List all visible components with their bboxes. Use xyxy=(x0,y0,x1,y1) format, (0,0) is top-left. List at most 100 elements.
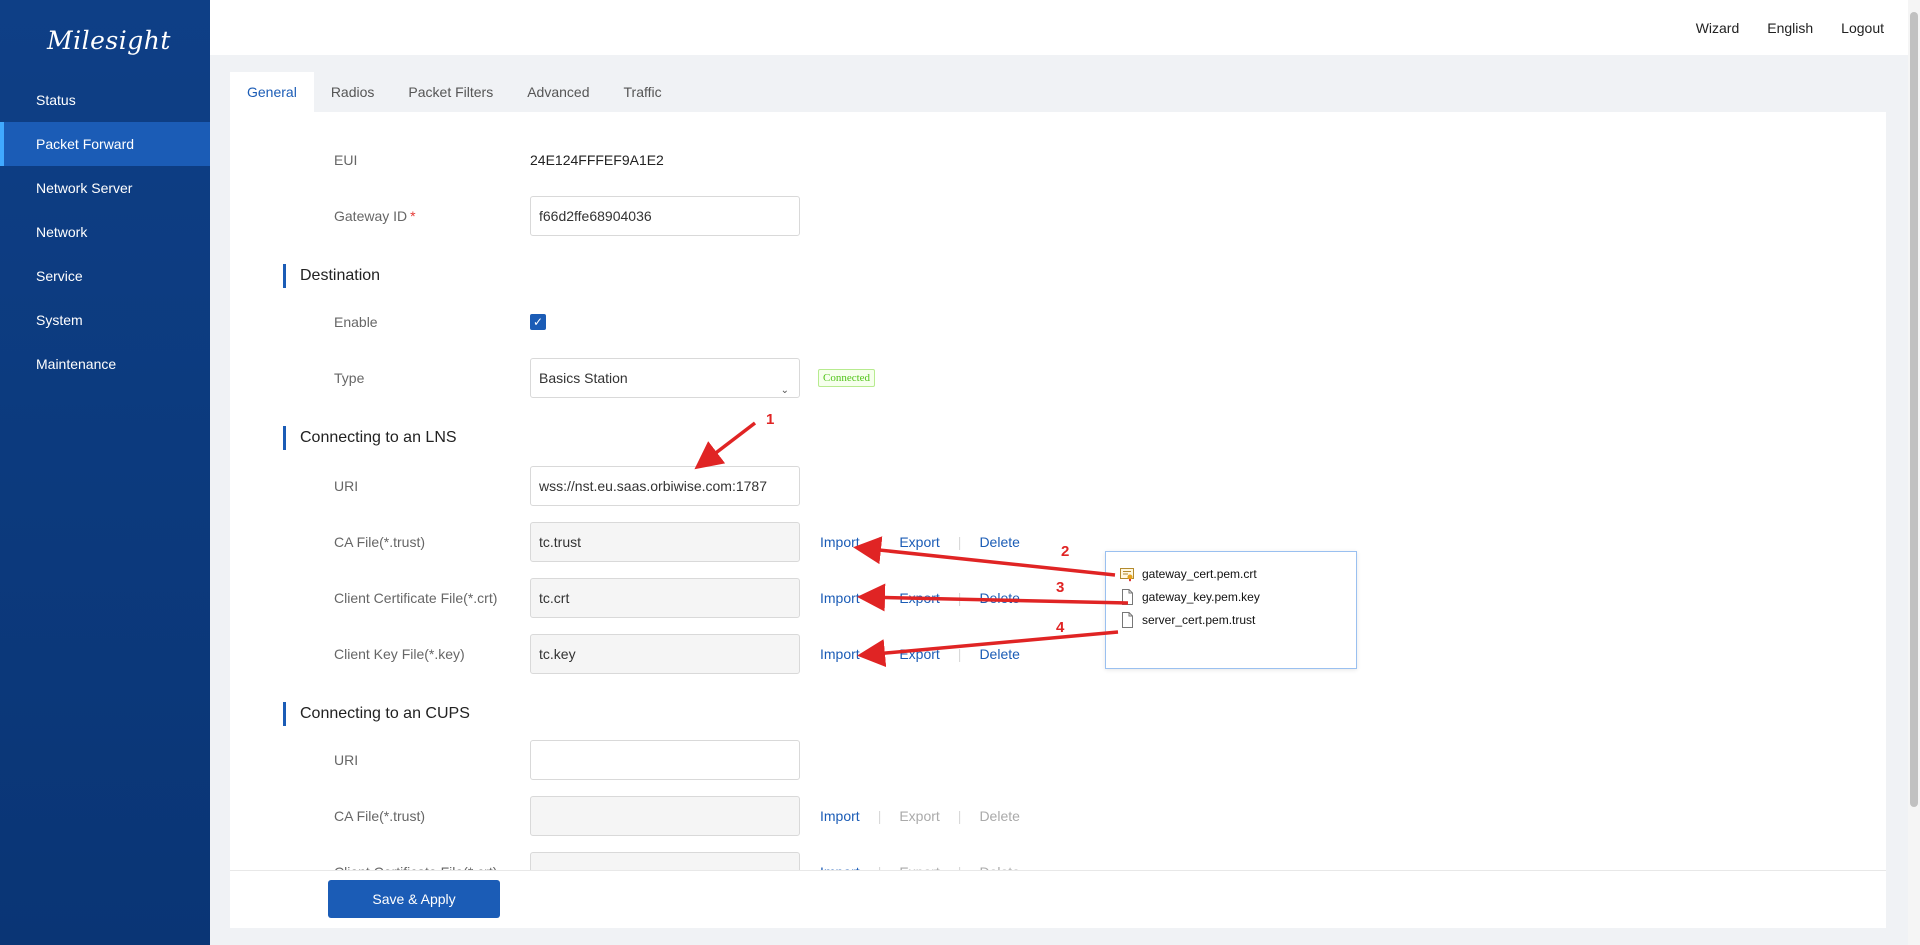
tab-traffic[interactable]: Traffic xyxy=(607,72,679,112)
required-marker: * xyxy=(410,208,416,224)
file-name: server_cert.pem.trust xyxy=(1142,613,1256,627)
form-footer: Save & Apply xyxy=(230,870,1886,928)
file-item-server-cert[interactable]: server_cert.pem.trust xyxy=(1120,610,1255,630)
page-scrollbar[interactable] xyxy=(1908,0,1920,945)
cups-ca-row: CA File(*.trust) Import | Export | Delet… xyxy=(230,796,1886,836)
file-name: gateway_cert.pem.crt xyxy=(1142,567,1257,581)
file-list-popup: gateway_cert.pem.crt gateway_key.pem.key… xyxy=(1105,551,1357,669)
divider: | xyxy=(877,534,882,550)
sidebar-item-network-server[interactable]: Network Server xyxy=(0,166,210,210)
lns-ca-export-link[interactable]: Export xyxy=(899,534,939,550)
divider: | xyxy=(877,808,882,824)
lns-cert-file-field: tc.crt xyxy=(530,578,800,618)
sidebar-nav: Status Packet Forward Network Server Net… xyxy=(0,78,210,386)
cups-cert-row: Client Certificate File(*.crt) Import | … xyxy=(230,852,1886,870)
tab-advanced[interactable]: Advanced xyxy=(510,72,606,112)
logout-link[interactable]: Logout xyxy=(1841,20,1884,36)
file-name: gateway_key.pem.key xyxy=(1142,590,1260,604)
lns-ca-actions: Import | Export | Delete xyxy=(820,522,1020,562)
cups-cert-actions: Import | Export | Delete xyxy=(820,852,1020,870)
type-select-value: Basics Station xyxy=(539,370,628,386)
lns-uri-row: URI wss://nst.eu.saas.orbiwise.com:1787 xyxy=(230,466,1886,506)
gateway-id-label-text: Gateway ID xyxy=(334,208,408,224)
file-item-gateway-key[interactable]: gateway_key.pem.key xyxy=(1120,587,1260,607)
tab-radios[interactable]: Radios xyxy=(314,72,392,112)
enable-label: Enable xyxy=(334,314,378,330)
lns-key-import-link[interactable]: Import xyxy=(820,646,860,662)
cups-uri-label: URI xyxy=(334,752,359,768)
cups-ca-label: CA File(*.trust) xyxy=(334,808,426,824)
gateway-id-label: Gateway ID * xyxy=(334,196,416,236)
lns-cert-import-link[interactable]: Import xyxy=(820,590,860,606)
sidebar-item-network[interactable]: Network xyxy=(0,210,210,254)
cups-ca-export-link[interactable]: Export xyxy=(899,808,939,824)
lns-key-label: Client Key File(*.key) xyxy=(334,646,465,662)
lns-uri-label: URI xyxy=(334,478,359,494)
milesight-logo: Milesight xyxy=(47,26,171,55)
cups-cert-label: Client Certificate File(*.crt) xyxy=(334,852,497,870)
type-row: Type Basics Station ⌄ Connected xyxy=(230,358,1886,398)
file-icon xyxy=(1120,612,1134,628)
chevron-down-icon: ⌄ xyxy=(780,385,789,396)
sidebar-item-packet-forward[interactable]: Packet Forward xyxy=(0,122,210,166)
sidebar-item-service[interactable]: Service xyxy=(0,254,210,298)
lns-section-title: Connecting to an LNS xyxy=(283,426,457,450)
lns-ca-import-link[interactable]: Import xyxy=(820,534,860,550)
eui-value: 24E124FFFEF9A1E2 xyxy=(530,152,664,168)
sidebar-item-status[interactable]: Status xyxy=(0,78,210,122)
lns-cert-label: Client Certificate File(*.crt) xyxy=(334,590,498,606)
file-item-gateway-cert[interactable]: gateway_cert.pem.crt xyxy=(1120,564,1257,584)
lns-key-row: Client Key File(*.key) tc.key Import | E… xyxy=(230,634,1886,674)
sidebar-item-system[interactable]: System xyxy=(0,298,210,342)
scrollbar-thumb[interactable] xyxy=(1910,12,1918,807)
general-panel: EUI 24E124FFFEF9A1E2 Gateway ID * f66d2ff… xyxy=(230,112,1886,870)
type-label: Type xyxy=(334,370,365,386)
divider: | xyxy=(877,646,882,662)
tab-packet-filters[interactable]: Packet Filters xyxy=(391,72,510,112)
header-links: Wizard English Logout xyxy=(1696,0,1884,55)
top-header: Wizard English Logout xyxy=(210,0,1908,55)
save-apply-button[interactable]: Save & Apply xyxy=(328,880,500,918)
lns-key-file-field: tc.key xyxy=(530,634,800,674)
cups-ca-delete-link[interactable]: Delete xyxy=(979,808,1019,824)
destination-section-title: Destination xyxy=(283,264,380,288)
lns-ca-row: CA File(*.trust) tc.trust Import | Expor… xyxy=(230,522,1886,562)
lns-uri-input[interactable]: wss://nst.eu.saas.orbiwise.com:1787 xyxy=(530,466,800,506)
lns-key-actions: Import | Export | Delete xyxy=(820,634,1020,674)
eui-row: EUI 24E124FFFEF9A1E2 xyxy=(230,140,1886,180)
cups-uri-row: URI xyxy=(230,740,1886,780)
divider: | xyxy=(957,646,962,662)
tab-general[interactable]: General xyxy=(230,72,314,112)
lns-cert-export-link[interactable]: Export xyxy=(899,590,939,606)
type-select[interactable]: Basics Station ⌄ xyxy=(530,358,800,398)
file-icon xyxy=(1120,589,1134,605)
lns-ca-delete-link[interactable]: Delete xyxy=(979,534,1019,550)
lns-key-export-link[interactable]: Export xyxy=(899,646,939,662)
cups-cert-file-field xyxy=(530,852,800,870)
lns-cert-delete-link[interactable]: Delete xyxy=(979,590,1019,606)
divider: | xyxy=(877,590,882,606)
lns-key-delete-link[interactable]: Delete xyxy=(979,646,1019,662)
sidebar-item-maintenance[interactable]: Maintenance xyxy=(0,342,210,386)
lns-cert-actions: Import | Export | Delete xyxy=(820,578,1020,618)
cups-section-title: Connecting to an CUPS xyxy=(283,702,470,726)
cups-ca-file-field xyxy=(530,796,800,836)
divider: | xyxy=(957,534,962,550)
language-link[interactable]: English xyxy=(1767,20,1813,36)
sidebar: Milesight Status Packet Forward Network … xyxy=(0,0,210,945)
lns-ca-label: CA File(*.trust) xyxy=(334,534,426,550)
lns-cert-row: Client Certificate File(*.crt) tc.crt Im… xyxy=(230,578,1886,618)
enable-checkbox[interactable]: ✓ xyxy=(530,314,546,330)
eui-label: EUI xyxy=(334,152,358,168)
cups-ca-import-link[interactable]: Import xyxy=(820,808,860,824)
divider: | xyxy=(957,590,962,606)
divider: | xyxy=(957,808,962,824)
tab-bar: General Radios Packet Filters Advanced T… xyxy=(230,72,679,112)
gateway-id-row: Gateway ID * f66d2ffe68904036 xyxy=(230,196,1886,236)
certificate-file-icon xyxy=(1120,566,1134,582)
gateway-id-input[interactable]: f66d2ffe68904036 xyxy=(530,196,800,236)
wizard-link[interactable]: Wizard xyxy=(1696,20,1740,36)
connected-status-badge: Connected xyxy=(818,369,876,387)
cups-uri-input[interactable] xyxy=(530,740,800,780)
enable-row: Enable ✓ xyxy=(230,302,1886,342)
